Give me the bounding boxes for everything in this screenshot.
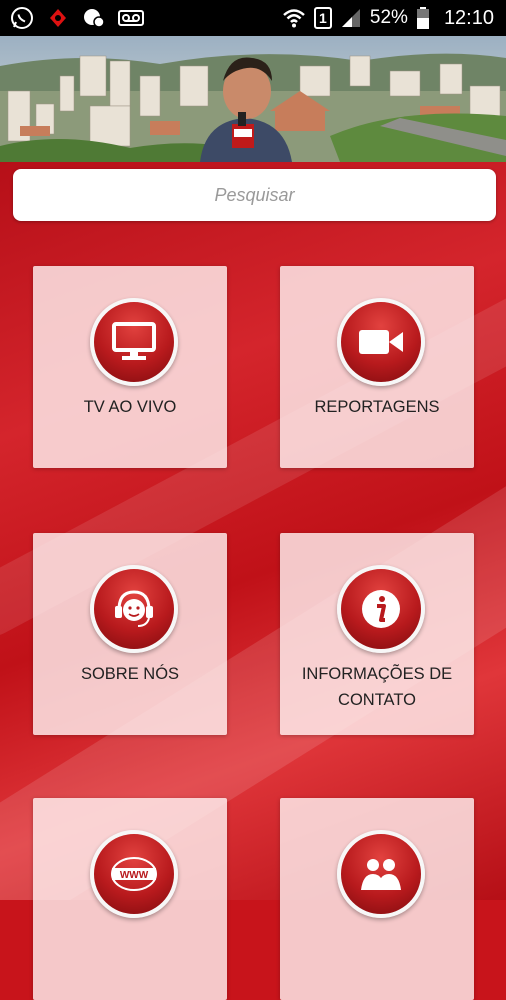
monitor-icon xyxy=(90,298,178,386)
menu-item-website[interactable]: WWW xyxy=(33,798,227,1000)
search-input[interactable]: Pesquisar xyxy=(13,169,496,221)
menu-item-sobre-nos[interactable]: SOBRE NÓS xyxy=(33,533,227,735)
city-banner-illustration xyxy=(0,36,506,162)
menu-item-label: TV AO VIVO xyxy=(83,398,177,416)
svg-text:WWW: WWW xyxy=(120,870,149,881)
battery-icon xyxy=(416,7,429,29)
signal-icon xyxy=(341,9,360,27)
sim-badge: 1 xyxy=(313,7,332,29)
chat-icon xyxy=(84,9,105,28)
menu-item-social[interactable] xyxy=(280,798,474,1000)
info-icon xyxy=(337,565,425,653)
menu-item-tv-ao-vivo[interactable]: TV AO VIVO xyxy=(33,266,227,468)
battery-percent: 52% xyxy=(369,7,408,28)
header-banner-image xyxy=(0,36,506,162)
whatsapp-icon xyxy=(11,7,33,29)
clock: 12:10 xyxy=(443,6,494,29)
headset-icon xyxy=(90,565,178,653)
people-icon xyxy=(337,830,425,918)
wifi-icon xyxy=(283,9,305,28)
status-bar: 1 52% 12:10 xyxy=(0,0,506,36)
menu-item-reportagens[interactable]: REPORTAGENS xyxy=(280,266,474,468)
menu-item-label: SOBRE NÓS xyxy=(80,665,180,683)
menu-item-label: REPORTAGENS xyxy=(314,398,440,416)
video-camera-icon xyxy=(337,298,425,386)
voicemail-icon xyxy=(118,10,144,26)
www-icon: WWW xyxy=(90,830,178,918)
menu-item-informacoes-de-contato[interactable]: INFORMAÇÕES DE CONTATO xyxy=(280,533,474,735)
app-icon xyxy=(50,9,66,27)
menu-item-label: INFORMAÇÕES DE CONTATO xyxy=(301,665,453,709)
